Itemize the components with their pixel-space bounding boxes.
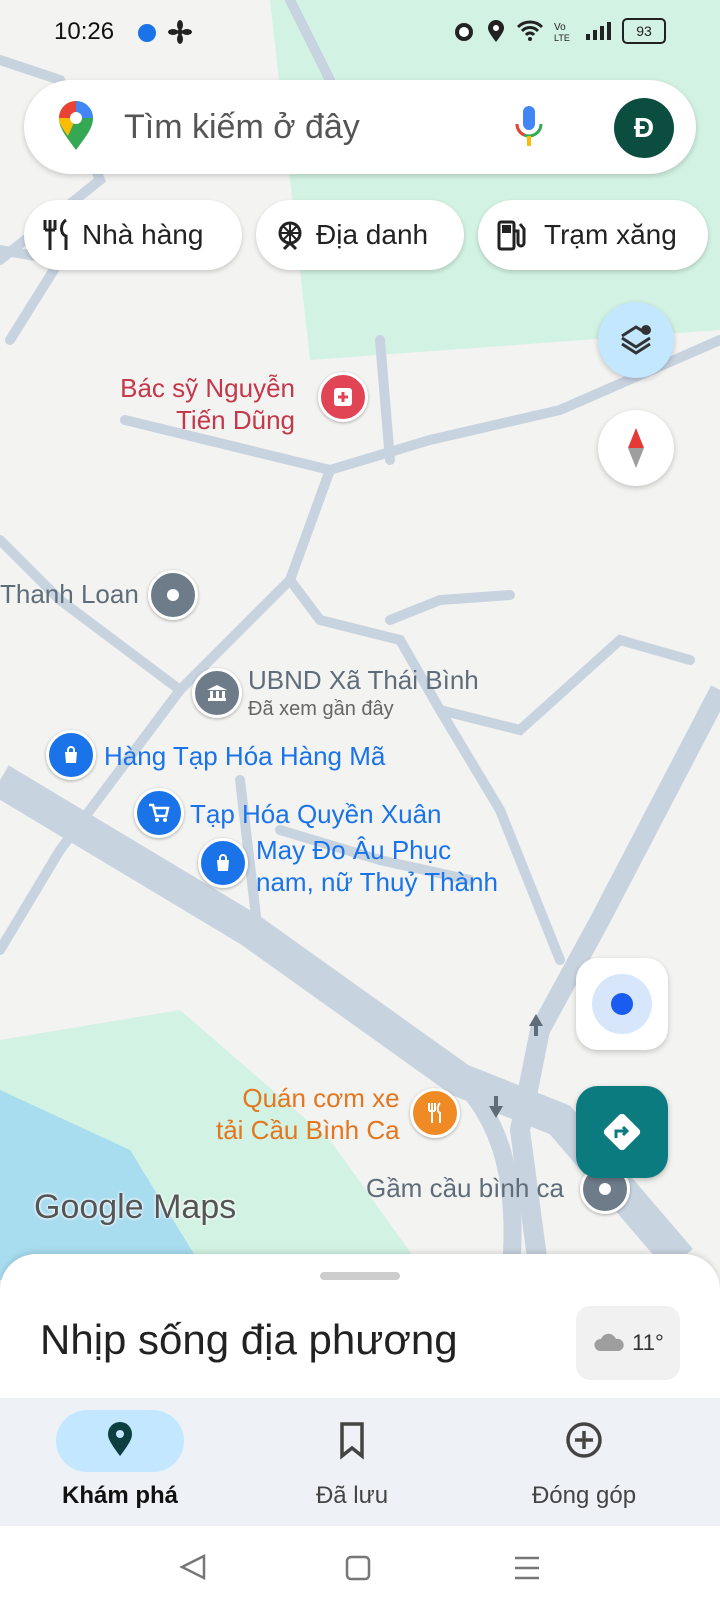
bookmark-icon [340, 1422, 364, 1460]
status-system-icons: Vo LTE 93 [452, 18, 666, 44]
poi-doctor-label[interactable]: Bác sỹ Nguyễn Tiến Dũng [120, 372, 295, 436]
avatar[interactable]: Đ [614, 98, 674, 158]
google-maps-logo-icon [59, 101, 93, 150]
government-pin-icon[interactable] [192, 668, 242, 718]
poi-quan-com-label[interactable]: Quán cơm xe tải Cầu Bình Ca [216, 1082, 400, 1146]
fan-icon [168, 20, 193, 44]
app-notification-icon [138, 24, 156, 42]
alarm-icon [455, 23, 473, 41]
fork-knife-icon [43, 218, 68, 250]
sheet-drag-handle[interactable] [320, 1272, 400, 1280]
status-time: 10:26 [54, 18, 115, 45]
sheet-title: Nhịp sống địa phương [40, 1316, 458, 1363]
poi-ubnd-label[interactable]: UBND Xã Thái Bình [248, 664, 479, 696]
home-icon[interactable] [344, 1554, 372, 1582]
my-location-icon [592, 974, 652, 1034]
system-navigation-bar [0, 1526, 720, 1612]
poi-ubnd-sub: Đã xem gần đây [248, 698, 394, 720]
wifi-icon [516, 20, 544, 41]
chip-label: Địa danh [316, 219, 429, 250]
poi-quyen-xuan-label[interactable]: Tạp Hóa Quyền Xuân [190, 798, 442, 830]
add-circle-icon [566, 1422, 602, 1458]
poi-may-do-label[interactable]: May Đo Âu Phục nam, nữ Thuỷ Thành [256, 834, 498, 898]
directions-button[interactable] [576, 1086, 668, 1178]
layers-button[interactable] [598, 302, 674, 378]
nav-label: Đóng góp [531, 1482, 637, 1509]
hospital-pin-icon[interactable] [318, 372, 368, 422]
chip-restaurants[interactable]: Nhà hàng [24, 200, 242, 270]
search-input[interactable]: Tìm kiếm ở đây [124, 108, 360, 147]
nav-contribute[interactable]: Đóng góp [464, 1398, 704, 1526]
chip-label: Nhà hàng [82, 219, 204, 250]
svg-text:Vo: Vo [554, 22, 566, 33]
google-maps-watermark: Google Maps [34, 1188, 237, 1226]
directions-icon [603, 1113, 641, 1151]
place-pin-icon[interactable] [148, 570, 198, 620]
volte-icon: VoLTE [554, 22, 570, 42]
cloud-icon [594, 1333, 624, 1351]
nav-label: Khám phá [61, 1482, 178, 1509]
chip-landmarks[interactable]: Địa danh [256, 200, 464, 270]
weather-chip[interactable]: 11° [576, 1306, 680, 1380]
shopping-bag-pin-icon[interactable] [46, 730, 96, 780]
poi-line: Bác sỹ Nguyễn [120, 373, 295, 403]
compass-button[interactable] [598, 410, 674, 486]
nav-saved[interactable]: Đã lưu [232, 1398, 472, 1526]
microphone-icon[interactable] [514, 104, 544, 150]
landmark-icon [278, 221, 302, 251]
poi-thanh-loan-label[interactable]: Thanh Loan [0, 578, 139, 610]
recents-icon[interactable] [512, 1554, 542, 1582]
battery-indicator: 93 [622, 18, 666, 44]
poi-hang-ma-label[interactable]: Hàng Tạp Hóa Hàng Mã [104, 740, 385, 772]
chip-label: Trạm xăng [544, 219, 677, 250]
svg-text:LTE: LTE [554, 33, 570, 42]
bottom-navigation: Khám phá Đã lưu Đóng góp [0, 1398, 720, 1526]
back-icon[interactable] [178, 1552, 208, 1582]
nav-label: Đã lưu [315, 1482, 389, 1509]
poi-line: Tiến Dũng [176, 405, 295, 435]
road-arrow-icon [529, 1014, 543, 1036]
poi-line: May Đo Âu Phục [256, 835, 452, 865]
explore-pin-icon [108, 1422, 132, 1456]
road-arrow-icon [489, 1096, 503, 1118]
my-location-button[interactable] [576, 958, 668, 1050]
nav-explore[interactable]: Khám phá [0, 1398, 240, 1526]
shopping-bag-pin-icon[interactable] [198, 838, 248, 888]
gas-station-icon [497, 220, 526, 251]
map-canvas[interactable]: Bác sỹ Nguyễn Tiến Dũng Thanh Loan UBND … [0, 0, 720, 1280]
bottom-sheet[interactable]: Nhịp sống địa phương 11° [0, 1254, 720, 1404]
signal-icon [586, 22, 611, 40]
restaurant-pin-icon[interactable] [410, 1088, 460, 1138]
poi-line: Quán cơm xe [242, 1083, 400, 1113]
cart-pin-icon[interactable] [134, 788, 184, 838]
compass-icon [628, 428, 644, 468]
status-bar: 10:26 Vo LTE 93 [0, 0, 720, 64]
poi-gam-cau-label[interactable]: Gầm cầu bình ca [366, 1172, 564, 1204]
status-notification-icons [136, 20, 193, 49]
search-bar[interactable]: Tìm kiếm ở đây Đ [24, 80, 696, 174]
poi-line: tải Cầu Bình Ca [216, 1115, 400, 1145]
layers-icon [621, 325, 651, 355]
poi-line: nam, nữ Thuỷ Thành [256, 867, 498, 897]
chip-gas-stations[interactable]: Trạm xăng [478, 200, 708, 270]
weather-temperature: 11° [632, 1330, 664, 1355]
location-icon [488, 20, 504, 42]
